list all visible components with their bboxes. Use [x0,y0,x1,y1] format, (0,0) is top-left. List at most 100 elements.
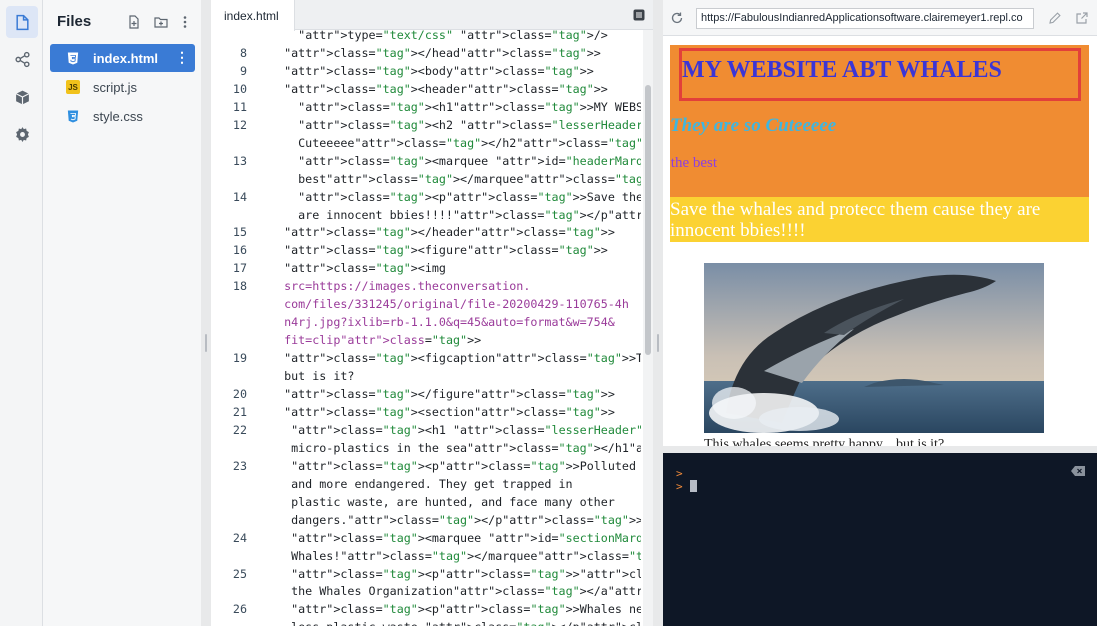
code-line[interactable]: 24 "attr">class="tag"><marquee "attr">id… [211,531,641,549]
code-line[interactable]: 23 "attr">class="tag"><p"attr">class="ta… [211,459,641,477]
code-line[interactable]: but is it? [211,369,641,387]
code-line[interactable]: Whales!"attr">class="tag"></marquee"attr… [211,549,641,567]
new-folder-icon [153,16,168,28]
code-line[interactable]: 8 "attr">class="tag"></head"attr">class=… [211,46,641,64]
code-line[interactable]: 10 "attr">class="tag"><header"attr">clas… [211,82,641,100]
code-line[interactable]: 22 "attr">class="tag"><h1 "attr">class="… [211,423,641,441]
code-line[interactable]: plastic waste, are hunted, and face many… [211,495,641,513]
code-text: "attr">class="tag"><figure"attr">class="… [284,243,608,258]
save-whales-paragraph: Save the whales and protecc them cause t… [670,199,1041,241]
splitter-grip[interactable] [205,334,207,352]
code-line[interactable]: 25 "attr">class="tag"><p"attr">class="ta… [211,567,641,585]
code-line[interactable]: 16 "attr">class="tag"><figure"attr">clas… [211,243,641,261]
code-line[interactable]: 17 "attr">class="tag"><img [211,261,641,279]
line-number: 23 [232,458,247,473]
header-marquee: Whales are the best [670,155,1089,175]
files-more-button[interactable] [177,14,192,29]
save-whales-paragraph-box: Save the whales and protecc them cause t… [670,197,1089,242]
editor-tab-index-html[interactable]: index.html [211,0,295,31]
console-pane[interactable]: > > [663,453,1097,626]
line-number: 18 [232,279,247,294]
line-number: 25 [232,566,247,581]
code-line[interactable]: 18 src=https://images.theconversation. [211,279,641,297]
pencil-icon[interactable] [1048,11,1062,25]
code-line[interactable]: 20 "attr">class="tag"></figure"attr">cla… [211,387,641,405]
package-icon [15,90,29,104]
code-text: "attr">class="tag"><marquee "attr">id="h… [298,153,641,168]
new-file-button[interactable] [126,14,141,29]
file-item-label: script.js [93,79,138,95]
file-item-script-js[interactable]: JS script.js [50,73,195,101]
code-text: src=https://images.theconversation. [270,279,531,294]
code-line[interactable]: are innocent bbies!!!!"attr">class="tag"… [211,208,641,226]
splitter-grip[interactable] [657,334,659,352]
webview-pane: https://FabulousIndianredApplicationsoft… [663,0,1097,446]
new-folder-button[interactable] [153,14,168,29]
code-line[interactable]: 12 "attr">class="tag"><h2 "attr">class="… [211,118,641,136]
code-line[interactable]: micro-plastics in the sea"attr">class="t… [211,441,641,459]
code-text: "attr">class="tag"></header"attr">class=… [284,225,615,240]
console-cursor[interactable] [690,480,697,492]
open-new-tab-icon[interactable] [1075,11,1089,25]
site-header: MY WEBSITE ABT WHALES They are so Cuteee… [670,45,1089,197]
code-text: the Whales Organization"attr">class="tag… [270,584,641,599]
code-line[interactable]: 15 "attr">class="tag"></header"attr">cla… [211,225,641,243]
code-line[interactable]: 11 "attr">class="tag"><h1"attr">class="t… [211,100,641,118]
webview-url-input[interactable]: https://FabulousIndianredApplicationsoft… [696,8,1034,29]
editor-scrollbar-thumb[interactable] [645,85,651,355]
line-number: 14 [232,189,247,204]
line-number: 21 [232,404,247,419]
code-text: fit=clip"attr">class="tag">> [270,333,482,348]
line-number: 13 [232,153,247,168]
code-text: but is it? [270,369,355,384]
code-text: "attr">class="tag"><header"attr">class="… [284,81,608,96]
code-line[interactable]: dangers."attr">class="tag"></p"attr">cla… [211,513,641,531]
code-line[interactable]: 21 "attr">class="tag"><section"attr">cla… [211,405,641,423]
code-line[interactable]: 13 "attr">class="tag"><marquee "attr">id… [211,154,641,172]
code-text: less plastic waste."attr">class="tag"></… [270,620,641,626]
files-rail-button[interactable] [6,6,38,38]
code-line[interactable]: n4rj.jpg?ixlib=rb-1.1.0&q=45&auto=format… [211,315,641,333]
code-line[interactable]: 26 "attr">class="tag"><p"attr">class="ta… [211,602,641,620]
pane-splitter[interactable] [201,0,211,626]
code-line[interactable]: less plastic waste."attr">class="tag"></… [211,620,641,626]
code-line[interactable]: "attr">type="text/css" "attr">class="tag… [211,30,641,46]
code-text: "attr">class="tag"></head"attr">class="t… [284,45,601,60]
editor-scrollbar[interactable] [643,30,653,626]
code-line[interactable]: Cuteeeee"attr">class="tag"></h2"attr">cl… [211,136,641,154]
settings-rail-button[interactable] [6,118,38,150]
file-item-menu-icon[interactable]: ⋮ [175,50,189,64]
code-editor[interactable]: index.html "attr">type="text/css" "attr"… [211,0,653,626]
code-line[interactable]: 9 "attr">class="tag"><body"attr">class="… [211,64,641,82]
line-number: 20 [232,387,247,401]
file-icon [15,14,29,30]
site-title: MY WEBSITE ABT WHALES [682,57,1002,83]
file-item-style-css[interactable]: style.css [50,102,195,130]
code-line[interactable]: the Whales Organization"attr">class="tag… [211,584,641,602]
code-text: "attr">class="tag"><h1"attr">class="tag"… [298,99,641,114]
line-number: 16 [232,243,247,258]
pane-splitter[interactable] [653,0,663,626]
code-text: "attr">class="tag"><marquee "attr">id="s… [291,530,641,545]
webview-content[interactable]: MY WEBSITE ABT WHALES They are so Cuteee… [663,37,1097,446]
whale-figcaption: This whales seems pretty happy... but is… [704,437,945,446]
code-line[interactable]: fit=clip"attr">class="tag">> [211,333,641,351]
branch-icon [14,51,30,67]
version-control-rail-button[interactable] [6,43,38,75]
code-line[interactable]: 14 "attr">class="tag"><p"attr">class="ta… [211,190,641,208]
code-line[interactable]: 19 "attr">class="tag"><figcaption"attr">… [211,351,641,369]
clear-console-icon[interactable] [1071,466,1085,476]
gear-icon [15,126,29,142]
packages-rail-button[interactable] [6,81,38,113]
line-number: 17 [232,261,247,276]
editor-tab-bar: index.html [211,0,653,31]
code-text: best"attr">class="tag"></marquee"attr">c… [270,171,641,186]
editor-menu-icon[interactable] [633,9,645,21]
code-line[interactable]: com/files/331245/original/file-20200429-… [211,297,641,315]
code-text: are innocent bbies!!!!"attr">class="tag"… [270,207,641,222]
reload-icon[interactable] [670,11,684,25]
code-area[interactable]: "attr">type="text/css" "attr">class="tag… [211,30,641,626]
file-item-index-html[interactable]: index.html ⋮ [50,44,195,72]
code-line[interactable]: best"attr">class="tag"></marquee"attr">c… [211,172,641,190]
code-line[interactable]: and more endangered. They get trapped in [211,477,641,495]
